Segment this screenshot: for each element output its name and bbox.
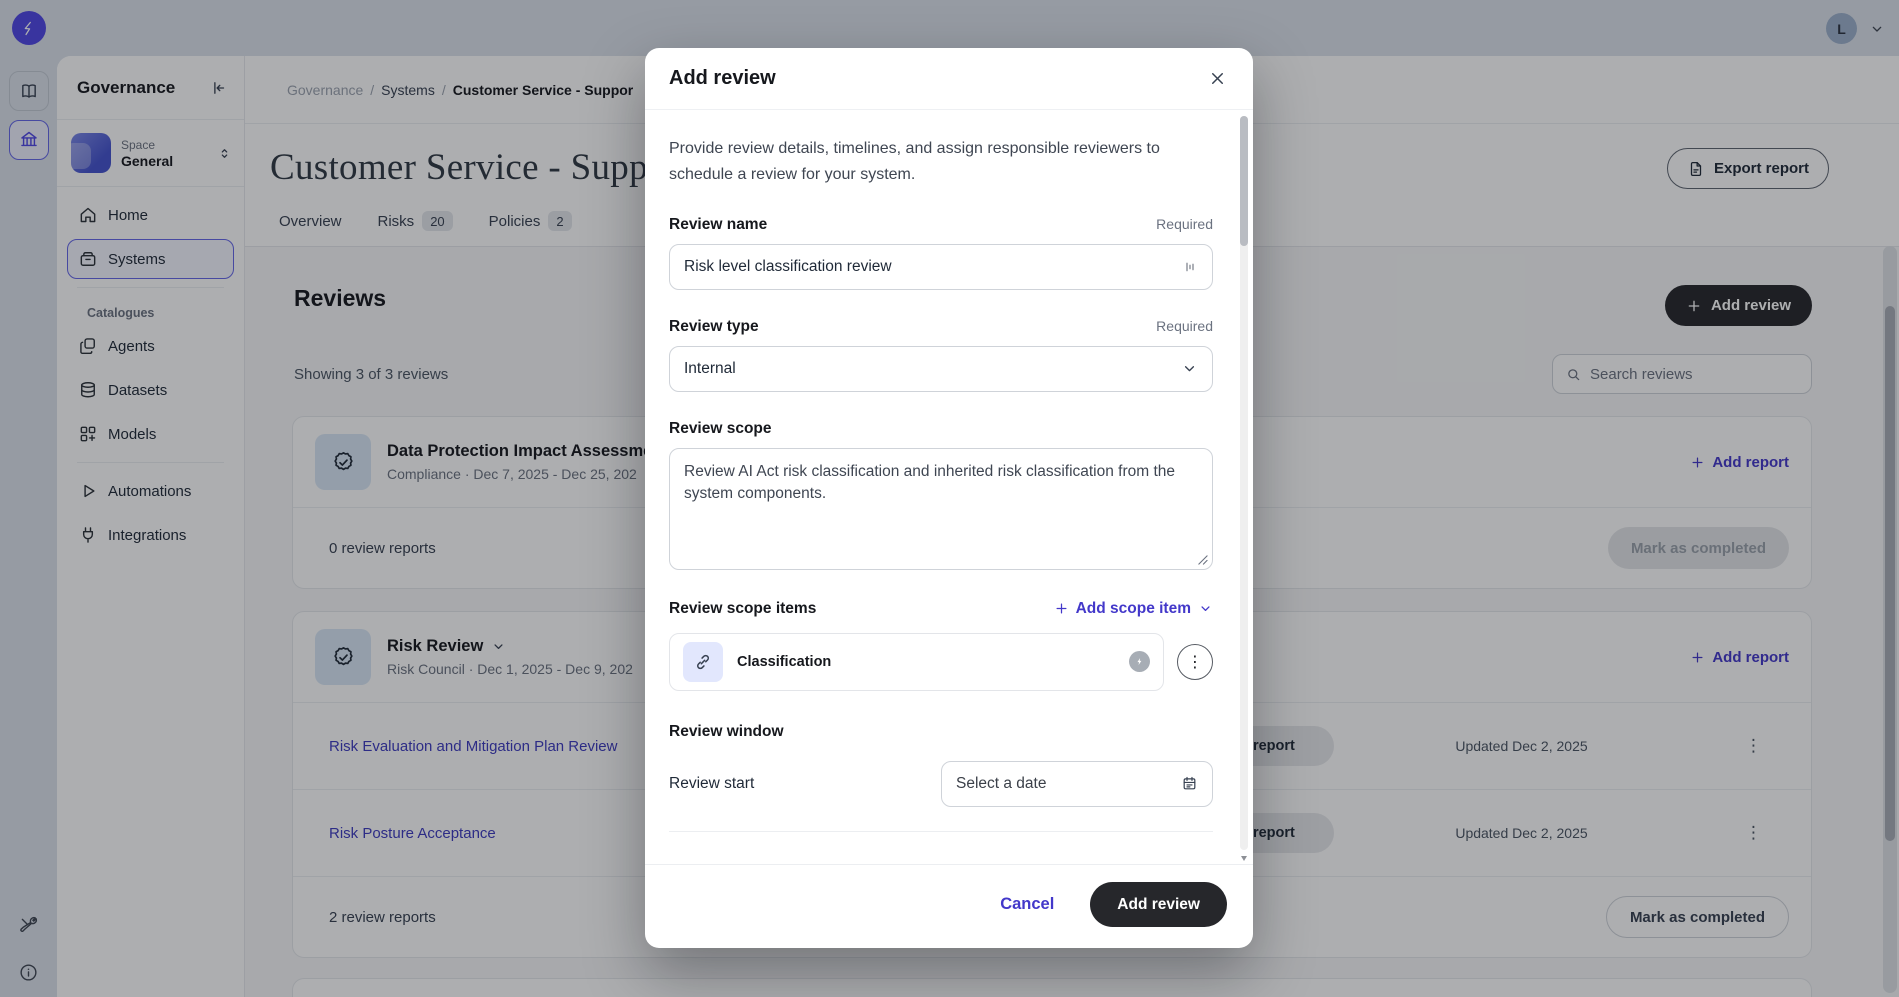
- scope-item-classification[interactable]: Classification: [669, 633, 1164, 691]
- scope-item-name: Classification: [737, 654, 831, 670]
- review-scope-textarea[interactable]: Review AI Act risk classification and in…: [669, 448, 1213, 570]
- app-root: L Governance Space General Home: [0, 0, 1899, 997]
- review-type-value: Internal: [684, 360, 736, 378]
- review-type-select[interactable]: Internal: [669, 346, 1213, 392]
- review-name-label: Review name: [669, 216, 767, 234]
- review-scope-label: Review scope: [669, 420, 772, 438]
- scope-items-label: Review scope items: [669, 600, 816, 618]
- add-scope-item-button[interactable]: Add scope item: [1054, 600, 1213, 618]
- modal-body: Provide review details, timelines, and a…: [645, 110, 1253, 864]
- autofill-icon[interactable]: [1182, 259, 1198, 275]
- review-name-input[interactable]: [684, 258, 1182, 276]
- link-icon-badge: [683, 642, 723, 682]
- divider: [669, 831, 1213, 832]
- close-icon[interactable]: [1206, 67, 1229, 90]
- modal-scrollbar-thumb[interactable]: [1240, 116, 1248, 246]
- review-scope-value: Review AI Act risk classification and in…: [684, 463, 1175, 502]
- resize-handle-icon[interactable]: [1197, 554, 1208, 565]
- add-review-modal: Add review Provide review details, timel…: [645, 48, 1253, 948]
- plus-icon: [1054, 601, 1069, 616]
- add-scope-item-label: Add scope item: [1076, 600, 1191, 618]
- cancel-button[interactable]: Cancel: [1000, 895, 1054, 914]
- review-window-label: Review window: [669, 723, 1213, 741]
- chevron-down-icon: [1198, 601, 1213, 616]
- calendar-icon: [1181, 775, 1198, 792]
- submit-add-review-button[interactable]: Add review: [1090, 882, 1227, 927]
- scope-item-menu-button[interactable]: ⋮: [1177, 644, 1213, 680]
- required-badge: Required: [1156, 216, 1213, 232]
- modal-footer: Cancel Add review: [645, 864, 1253, 948]
- chain-link-icon: [693, 652, 713, 672]
- auto-generated-icon: [1129, 651, 1150, 672]
- review-type-label: Review type: [669, 318, 759, 336]
- review-start-date-picker[interactable]: Select a date: [941, 761, 1213, 807]
- date-placeholder: Select a date: [956, 775, 1046, 793]
- required-badge: Required: [1156, 318, 1213, 334]
- chevron-down-icon: [1181, 360, 1198, 377]
- scroll-down-arrow-icon[interactable]: [1241, 856, 1247, 861]
- review-name-field: [669, 244, 1213, 290]
- review-start-label: Review start: [669, 775, 754, 793]
- modal-description: Provide review details, timelines, and a…: [669, 136, 1199, 188]
- modal-title: Add review: [669, 67, 776, 90]
- modal-scrollbar[interactable]: [1240, 116, 1248, 850]
